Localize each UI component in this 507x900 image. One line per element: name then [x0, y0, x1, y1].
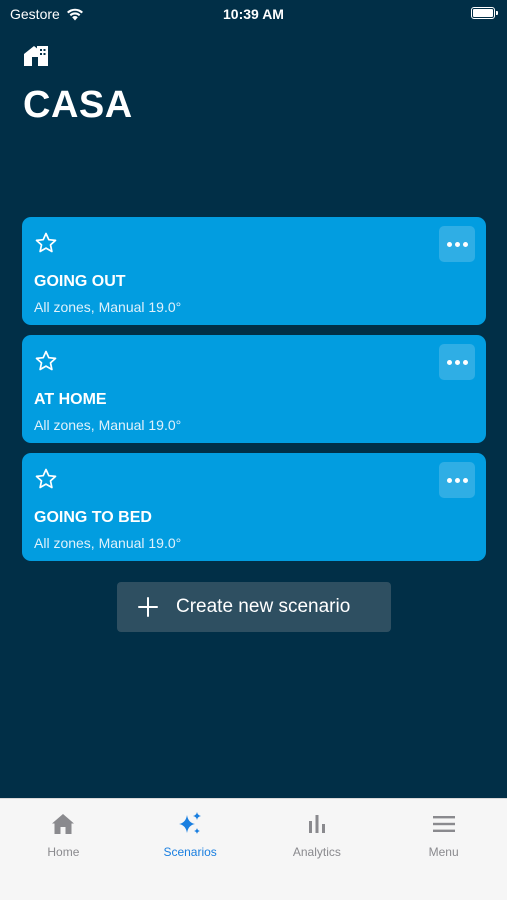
tab-bar: Home Scenarios Analytics Menu: [0, 798, 507, 900]
scenario-card-going-to-bed[interactable]: GOING TO BED All zones, Manual 19.0°: [22, 453, 486, 561]
tab-menu[interactable]: Menu: [380, 799, 507, 900]
bar-chart-icon: [308, 815, 325, 833]
scenario-detail: All zones, Manual 19.0°: [34, 299, 182, 315]
status-time: 10:39 AM: [223, 6, 284, 22]
more-options-button[interactable]: [439, 226, 475, 262]
tab-label: Analytics: [292, 845, 341, 859]
battery-icon: [471, 7, 498, 19]
scenario-name: GOING OUT: [34, 273, 126, 290]
page-title: CASA: [23, 84, 133, 126]
scenario-detail: All zones, Manual 19.0°: [34, 417, 182, 433]
tab-label: Home: [47, 845, 80, 859]
scenario-detail: All zones, Manual 19.0°: [34, 535, 182, 551]
plus-icon: [137, 596, 159, 618]
scenario-list: GOING OUT All zones, Manual 19.0° AT HOM…: [22, 217, 486, 571]
tab-home[interactable]: Home: [0, 799, 127, 900]
create-scenario-label: Create new scenario: [176, 596, 351, 617]
hamburger-icon: [432, 816, 455, 832]
scenario-card-going-out[interactable]: GOING OUT All zones, Manual 19.0°: [22, 217, 486, 325]
tab-label: Scenarios: [163, 845, 217, 859]
scenario-name: AT HOME: [34, 391, 107, 408]
favorite-star-icon[interactable]: [34, 349, 58, 373]
home-logo-icon: [24, 46, 48, 66]
create-scenario-button[interactable]: Create new scenario: [117, 582, 391, 632]
scenario-card-at-home[interactable]: AT HOME All zones, Manual 19.0°: [22, 335, 486, 443]
tab-label: Menu: [428, 845, 459, 859]
favorite-star-icon[interactable]: [34, 467, 58, 491]
favorite-star-icon[interactable]: [34, 231, 58, 255]
scenario-name: GOING TO BED: [34, 509, 152, 526]
status-bar: Gestore 10:39 AM: [0, 0, 507, 28]
house-icon: [52, 814, 75, 834]
more-options-button[interactable]: [439, 344, 475, 380]
sparkles-icon: [179, 812, 202, 834]
tab-analytics[interactable]: Analytics: [254, 799, 381, 900]
tab-scenarios[interactable]: Scenarios: [127, 799, 254, 900]
more-options-button[interactable]: [439, 462, 475, 498]
